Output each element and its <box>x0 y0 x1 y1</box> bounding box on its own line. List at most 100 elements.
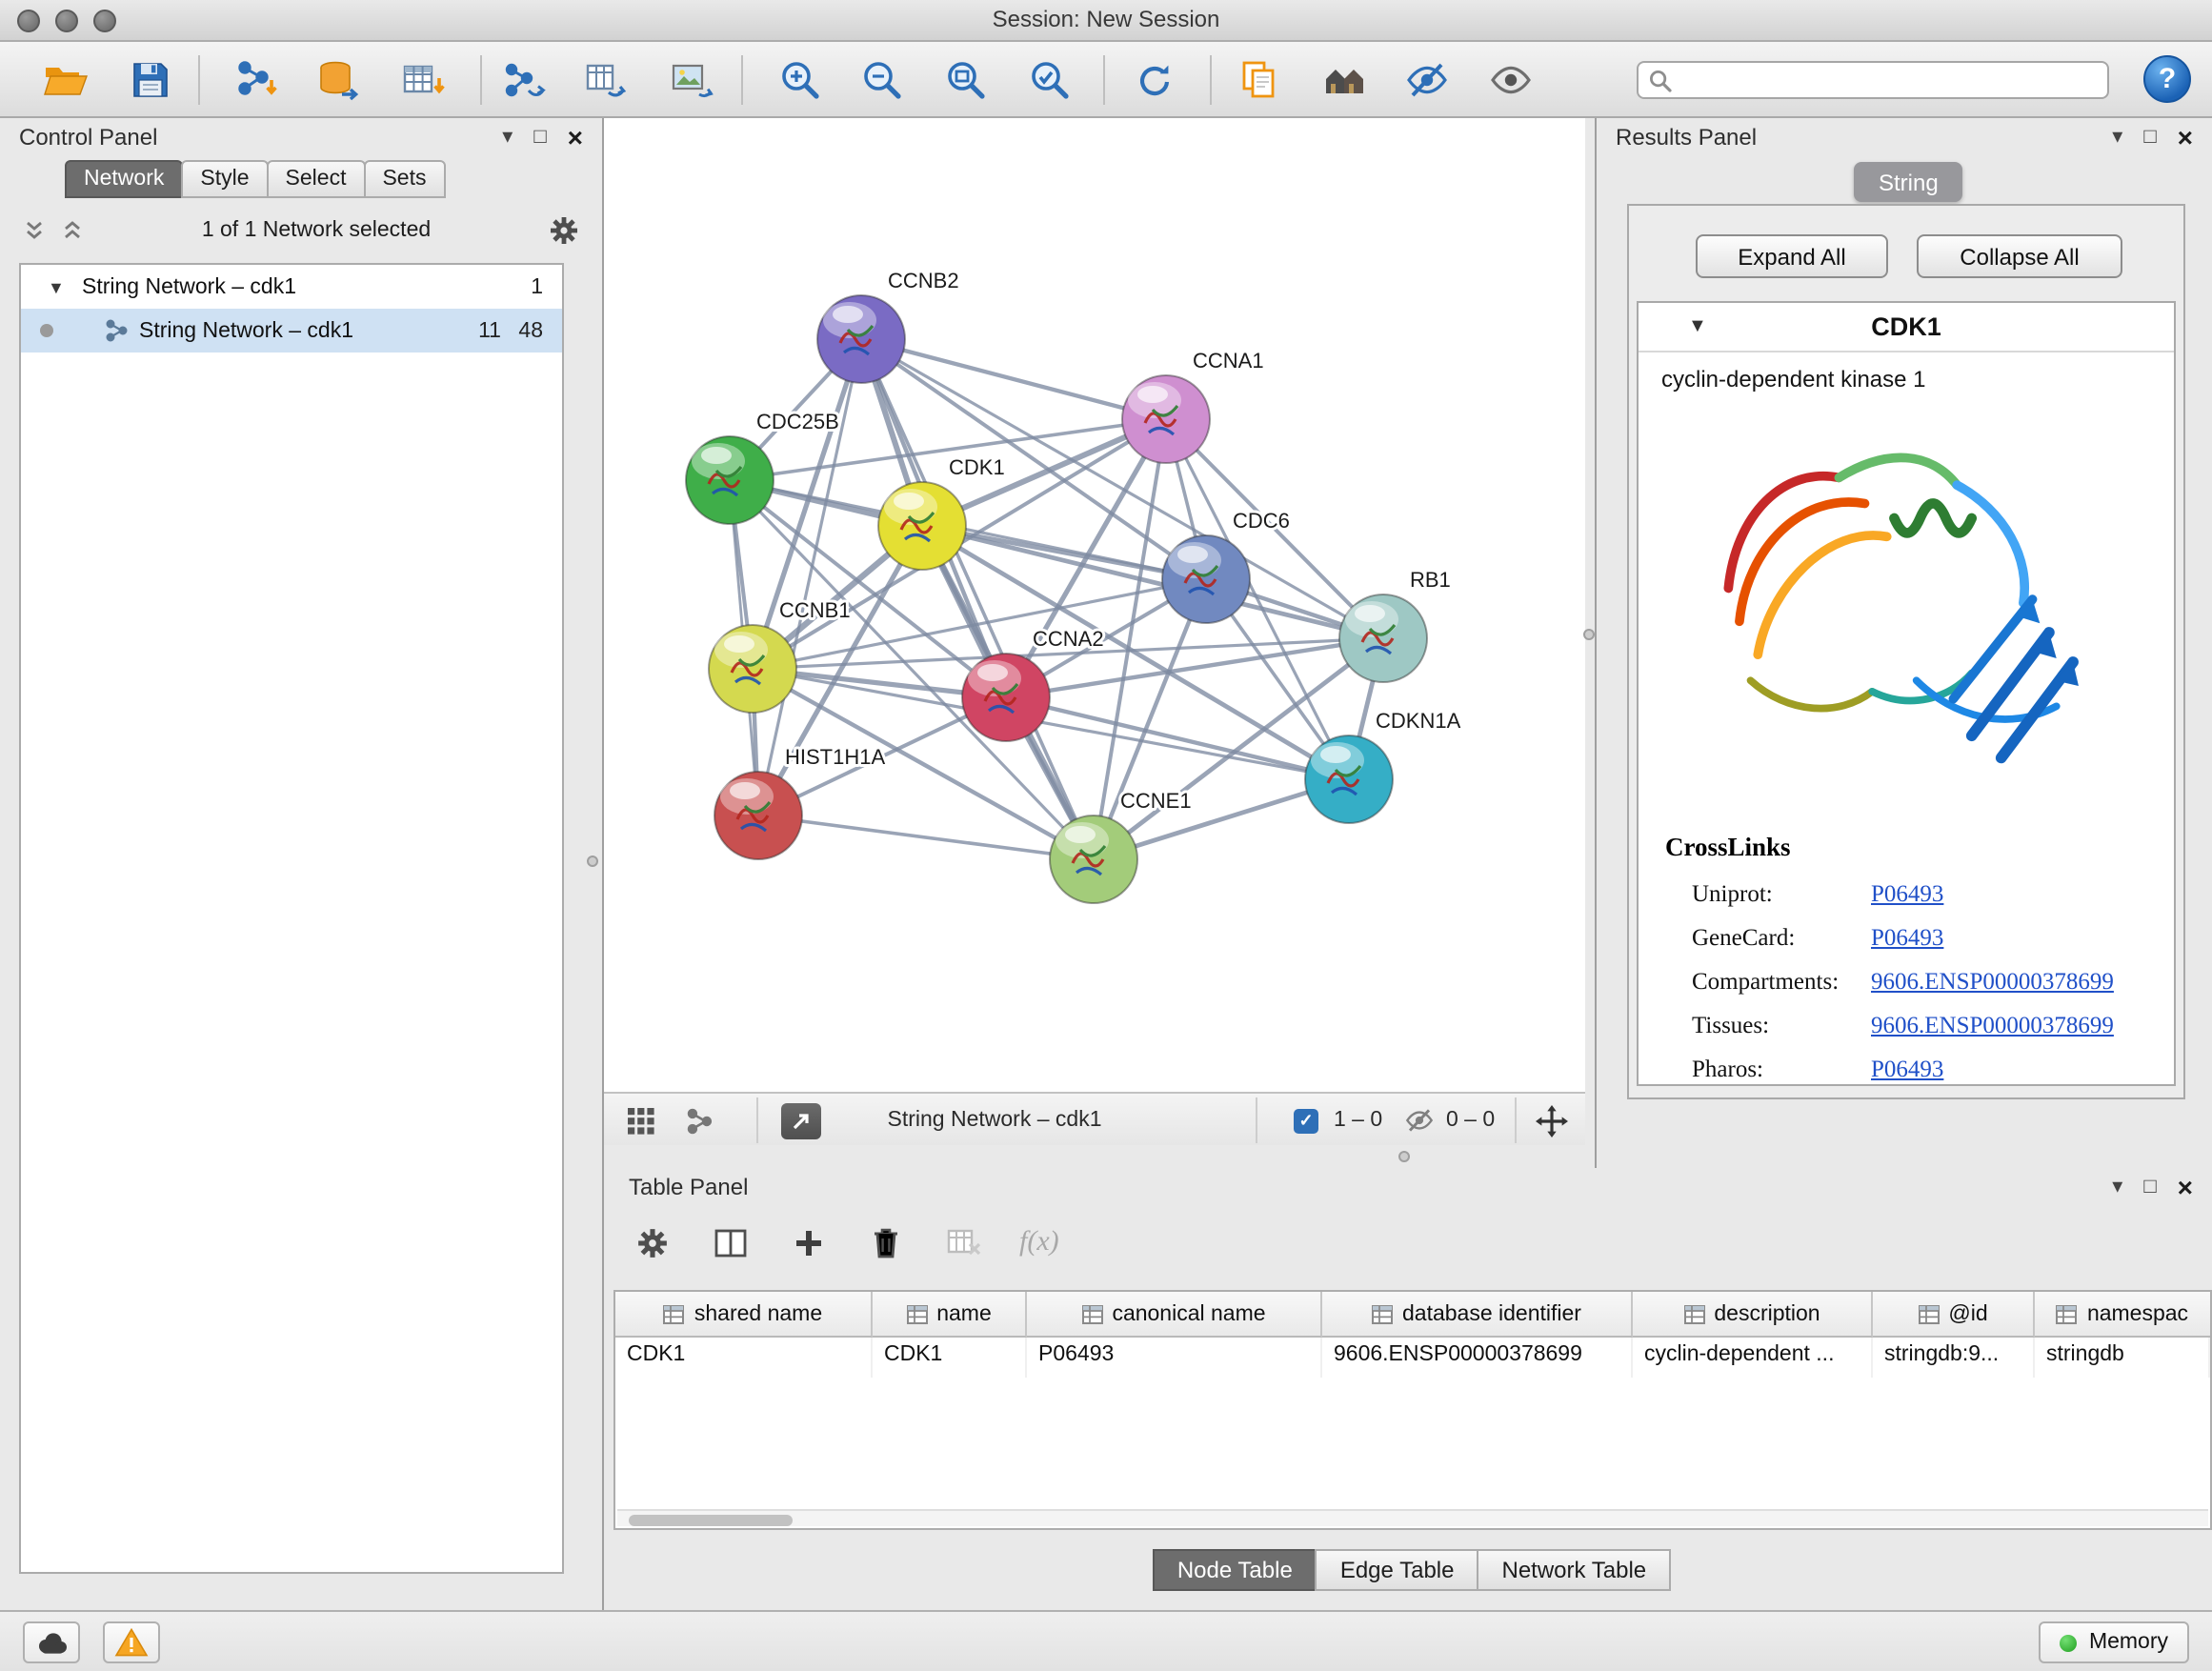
panel-float-icon[interactable]: □ <box>2143 1177 2156 1198</box>
export-network-button[interactable] <box>499 55 549 105</box>
panel-menu-icon[interactable]: ▾ <box>502 127 513 148</box>
network-overview-button[interactable] <box>686 1094 714 1147</box>
crosslink-link[interactable]: P06493 <box>1871 924 1943 953</box>
collapse-all-button[interactable]: Collapse All <box>1917 234 2122 278</box>
zoom-in-button[interactable] <box>775 55 825 105</box>
delete-table-button[interactable] <box>941 1219 987 1265</box>
network-edge[interactable] <box>758 815 1094 859</box>
gear-icon[interactable] <box>549 215 579 246</box>
network-collection-row[interactable]: ▼ String Network – cdk1 1 <box>21 265 562 309</box>
network-node-RB1[interactable]: RB1 <box>1339 568 1451 682</box>
column-header[interactable]: @id <box>1873 1292 2035 1338</box>
function-builder-button[interactable]: f(x) <box>1019 1226 1059 1258</box>
column-header[interactable]: canonical name <box>1027 1292 1322 1338</box>
detach-view-button[interactable] <box>781 1094 821 1147</box>
panel-float-icon[interactable]: □ <box>533 127 546 148</box>
tab-edge-table[interactable]: Edge Table <box>1316 1549 1479 1591</box>
panel-menu-icon[interactable]: ▾ <box>2112 1177 2122 1198</box>
table-cell[interactable]: stringdb:9... <box>1873 1338 2035 1378</box>
zoom-out-button[interactable] <box>857 55 907 105</box>
create-column-button[interactable] <box>785 1219 831 1265</box>
crosslink-link[interactable]: 9606.ENSP00000378699 <box>1871 968 2114 997</box>
delete-column-button[interactable] <box>863 1219 909 1265</box>
table-cell[interactable]: stringdb <box>2035 1338 2210 1378</box>
table-cell[interactable]: CDK1 <box>873 1338 1027 1378</box>
tree-expand-icon[interactable]: ▼ <box>48 277 67 296</box>
minimize-window-button[interactable] <box>55 10 78 32</box>
import-network-button[interactable] <box>232 55 282 105</box>
expand-all-icon[interactable] <box>23 219 46 242</box>
network-edge[interactable] <box>861 339 1166 419</box>
save-session-button[interactable] <box>126 55 175 105</box>
splitter-handle[interactable] <box>587 856 598 867</box>
scrollbar-thumb[interactable] <box>629 1514 793 1525</box>
table-cell[interactable]: 9606.ENSP00000378699 <box>1322 1338 1633 1378</box>
table-cell[interactable]: CDK1 <box>615 1338 873 1378</box>
column-header[interactable]: shared name <box>615 1292 873 1338</box>
maximize-window-button[interactable] <box>93 10 116 32</box>
open-session-button[interactable] <box>40 55 90 105</box>
tab-string[interactable]: String <box>1854 162 1963 202</box>
panel-float-icon[interactable]: □ <box>2143 127 2156 148</box>
help-button[interactable]: ? <box>2143 55 2191 103</box>
network-node-CDKN1A[interactable]: CDKN1A <box>1305 709 1461 823</box>
tab-sets[interactable]: Sets <box>363 160 445 198</box>
table-cell[interactable]: P06493 <box>1027 1338 1322 1378</box>
tab-select[interactable]: Select <box>267 160 366 198</box>
export-table-button[interactable] <box>581 55 631 105</box>
crosslink-link[interactable]: P06493 <box>1871 880 1943 909</box>
horizontal-scrollbar[interactable] <box>617 1509 2208 1526</box>
splitter-handle[interactable] <box>1398 1151 1410 1162</box>
hidden-items-button[interactable] <box>1404 1094 1435 1147</box>
tab-network[interactable]: Network <box>65 160 183 198</box>
table-settings-button[interactable] <box>629 1219 674 1265</box>
apply-layout-button[interactable] <box>1130 55 1179 105</box>
network-node-CDC6[interactable]: CDC6 <box>1162 509 1290 623</box>
panel-menu-icon[interactable]: ▾ <box>2112 127 2122 148</box>
panel-close-icon[interactable]: × <box>2178 124 2193 151</box>
network-row[interactable]: String Network – cdk1 11 48 <box>21 309 562 352</box>
selected-nodes-checkbox[interactable]: ✓ <box>1294 1094 1318 1147</box>
panel-close-icon[interactable]: × <box>2178 1174 2193 1200</box>
import-table-button[interactable] <box>398 55 448 105</box>
network-node-CCNA1[interactable]: CCNA1 <box>1122 349 1264 463</box>
crosslink-link[interactable]: 9606.ENSP00000378699 <box>1871 1012 2114 1040</box>
search-input[interactable] <box>1680 69 2098 91</box>
hide-selected-button[interactable] <box>1402 55 1452 105</box>
network-node-CCNB2[interactable]: CCNB2 <box>817 269 959 383</box>
houses-button[interactable] <box>1320 55 1370 105</box>
tab-node-table[interactable]: Node Table <box>1153 1549 1317 1591</box>
show-all-button[interactable] <box>1486 55 1536 105</box>
column-header[interactable]: database identifier <box>1322 1292 1633 1338</box>
show-columns-button[interactable] <box>707 1219 753 1265</box>
panel-close-icon[interactable]: × <box>568 124 583 151</box>
column-header[interactable]: namespac <box>2035 1292 2210 1338</box>
expand-all-button[interactable]: Expand All <box>1696 234 1888 278</box>
tab-network-table[interactable]: Network Table <box>1478 1549 1672 1591</box>
pan-mode-button[interactable] <box>1536 1094 1568 1147</box>
network-node-HIST1H1A[interactable]: HIST1H1A <box>714 745 885 859</box>
copy-documents-button[interactable] <box>1235 55 1284 105</box>
network-canvas[interactable]: CCNB2CCNA1CDC25BCDK1CDC6RB1CCNB1CCNA2CDK… <box>604 118 1585 1092</box>
export-image-button[interactable] <box>667 55 716 105</box>
zoom-selected-button[interactable] <box>1025 55 1075 105</box>
warnings-button[interactable] <box>103 1621 160 1663</box>
close-window-button[interactable] <box>17 10 40 32</box>
splitter-handle[interactable] <box>1583 629 1595 640</box>
table-cell[interactable]: cyclin-dependent ... <box>1633 1338 1873 1378</box>
zoom-fit-button[interactable] <box>941 55 991 105</box>
crosslink-link[interactable]: P06493 <box>1871 1056 1943 1084</box>
import-network-from-database-button[interactable] <box>314 55 364 105</box>
column-header[interactable]: description <box>1633 1292 1873 1338</box>
network-node-CDK1[interactable]: CDK1 <box>878 455 1005 570</box>
tab-style[interactable]: Style <box>181 160 268 198</box>
birdseye-toggle-button[interactable] <box>627 1094 655 1147</box>
network-edge[interactable] <box>861 339 1094 859</box>
cloud-services-button[interactable] <box>23 1621 80 1663</box>
network-node-CCNB1[interactable]: CCNB1 <box>709 598 851 713</box>
collapse-all-icon[interactable] <box>61 219 84 242</box>
memory-button[interactable]: Memory <box>2040 1621 2189 1663</box>
section-expand-icon[interactable]: ▼ <box>1688 316 1707 337</box>
column-header[interactable]: name <box>873 1292 1027 1338</box>
gene-section-header[interactable]: ▼ CDK1 <box>1639 303 2174 352</box>
